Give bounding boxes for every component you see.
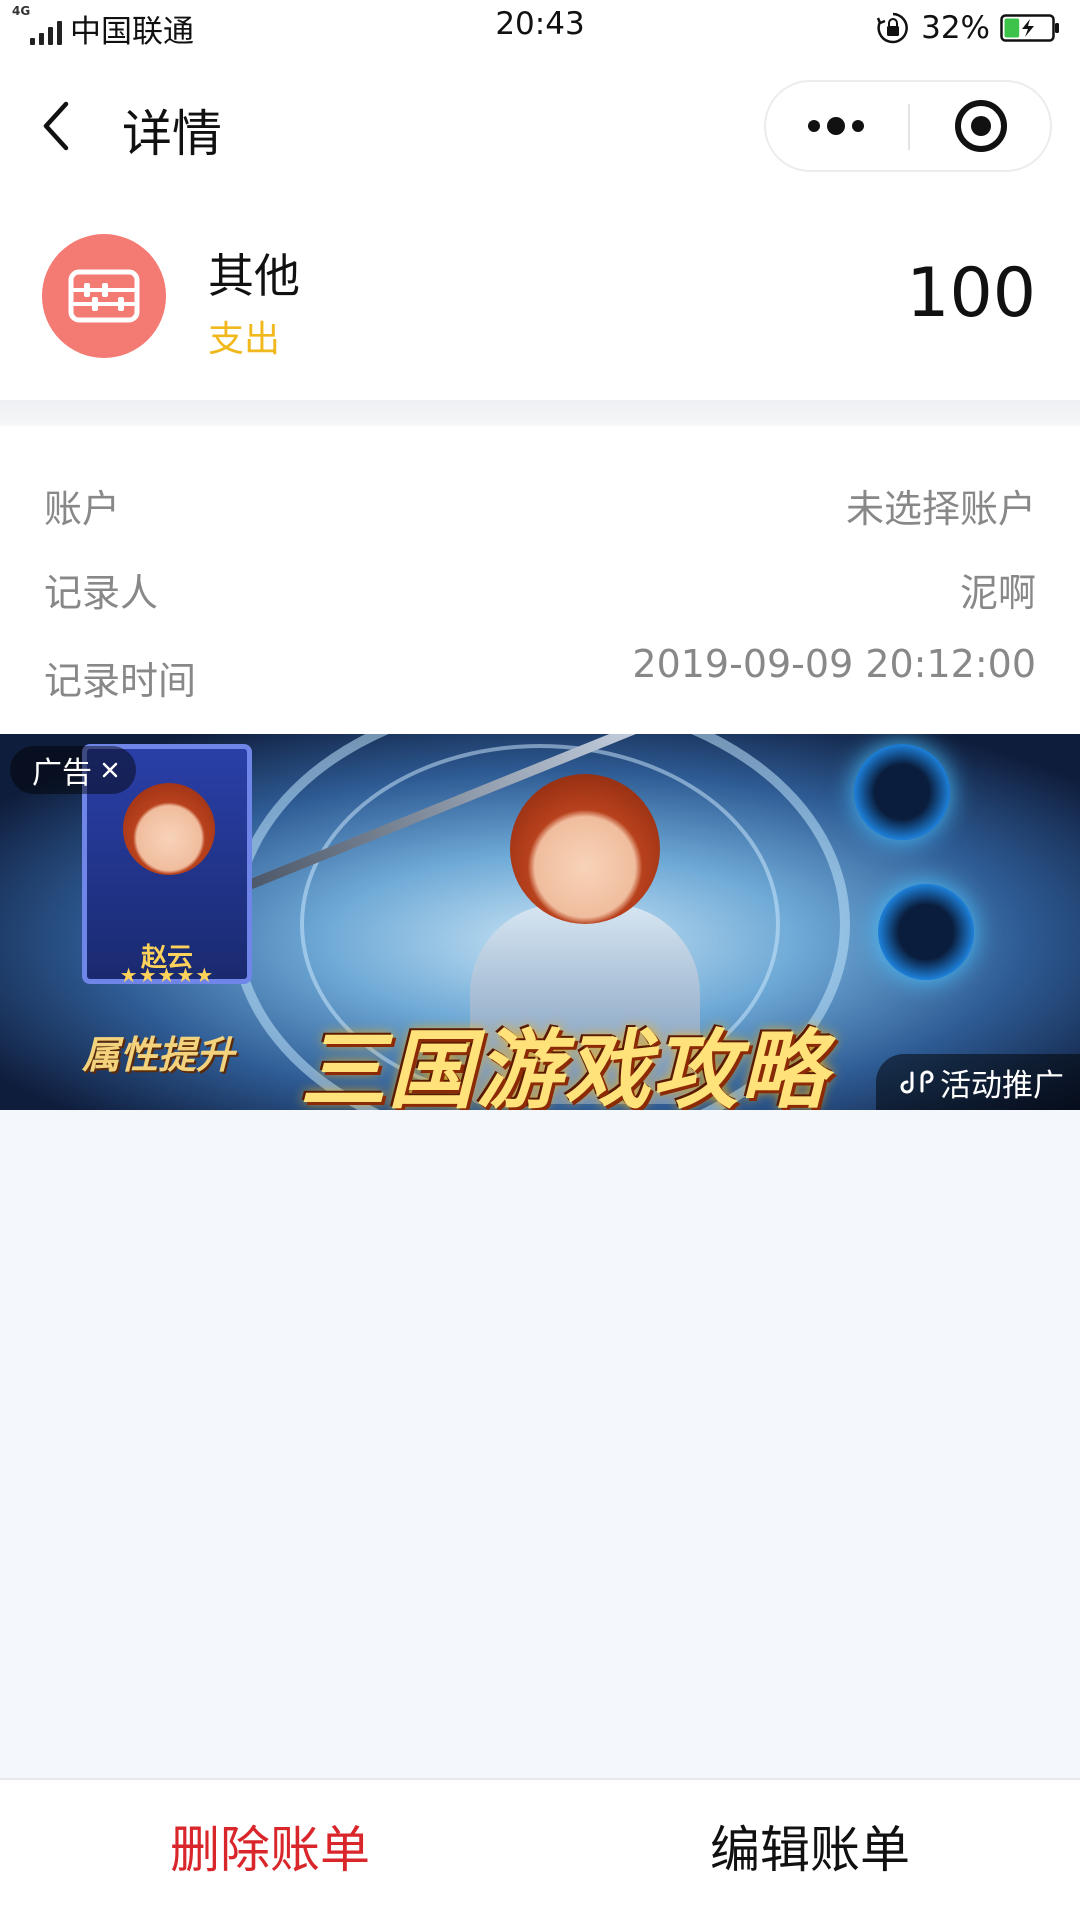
close-target-icon[interactable]	[910, 82, 1052, 170]
ad-attr-text: 属性提升	[82, 1033, 235, 1077]
category-icon-badge	[42, 234, 166, 358]
ad-label[interactable]: 广告	[10, 746, 136, 794]
capsule-menu	[764, 80, 1052, 172]
abacus-icon	[68, 269, 140, 323]
ad-headline: 三国游戏攻略	[300, 1021, 828, 1110]
detail-row-time: 记录时间 2019-09-09 20:12:00	[0, 642, 1080, 716]
status-bar: 4G 中国联通 20:43 32%	[0, 0, 1080, 56]
ad-card-portrait	[123, 783, 215, 875]
detail-label: 记录人	[44, 571, 159, 615]
ad-card-stars: ★★★★★	[119, 963, 215, 987]
detail-label: 账户	[44, 487, 121, 531]
battery-charging-icon	[1000, 14, 1059, 42]
more-dots-icon[interactable]	[766, 82, 908, 170]
detail-label: 记录时间	[44, 659, 197, 703]
ad-hero-portrait	[510, 774, 660, 924]
record-header: 其他 支出 100	[0, 194, 1080, 400]
detail-row-recorder: 记录人 泥啊	[0, 562, 1080, 632]
ad-skill-orb	[854, 744, 950, 840]
record-type: 支出	[208, 319, 281, 360]
back-chevron-icon[interactable]	[36, 96, 80, 156]
rotation-lock-icon	[876, 12, 908, 44]
record-amount: 100	[906, 254, 1036, 333]
category-name: 其他	[208, 249, 300, 303]
edit-bill-button[interactable]: 编辑账单	[540, 1780, 1080, 1920]
ad-label-text: 广告	[32, 756, 92, 791]
nav-bar: 详情	[0, 56, 1080, 194]
mini-program-icon	[900, 1070, 934, 1094]
record-details: 账户 未选择账户 记录人 泥啊 记录时间 2019-09-09 20:12:00	[0, 426, 1080, 734]
ad-promo-badge[interactable]: 活动推广	[876, 1054, 1080, 1110]
close-icon[interactable]	[100, 760, 120, 780]
bottom-action-bar: 删除账单 编辑账单	[0, 1778, 1080, 1920]
status-right: 32%	[875, 8, 1060, 48]
detail-value: 未选择账户	[845, 487, 1036, 531]
battery-percent: 32%	[921, 10, 990, 46]
ad-banner[interactable]: 赵云 ★★★★★ 属性提升 三国游戏攻略 广告 活动推广	[0, 734, 1080, 1110]
section-divider	[0, 400, 1080, 426]
ad-promo-text: 活动推广	[940, 1067, 1064, 1104]
detail-value: 泥啊	[959, 571, 1036, 615]
detail-row-account: 账户 未选择账户	[0, 478, 1080, 548]
ad-skill-orb	[878, 884, 974, 980]
delete-bill-button[interactable]: 删除账单	[0, 1780, 540, 1920]
page-title: 详情	[122, 105, 222, 163]
detail-value: 2019-09-09 20:12:00	[632, 642, 1036, 686]
